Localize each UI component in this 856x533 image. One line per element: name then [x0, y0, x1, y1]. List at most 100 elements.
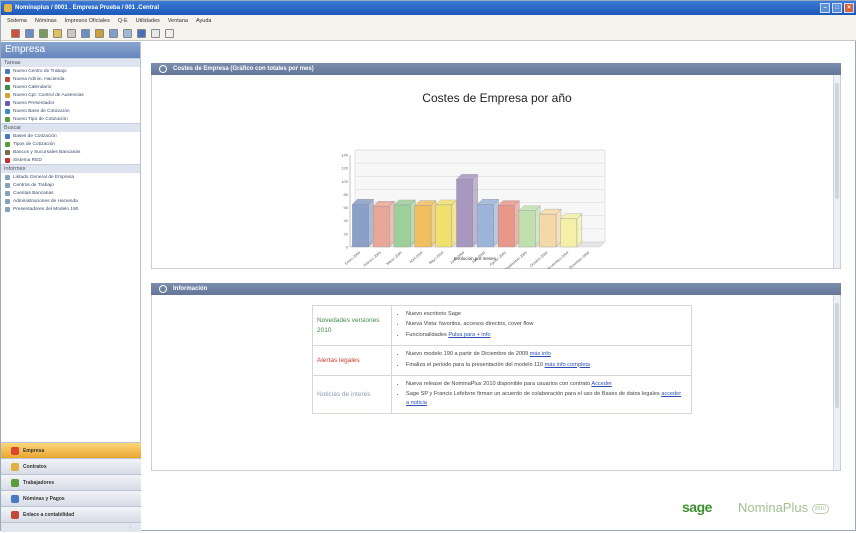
task-icon: [5, 182, 10, 188]
info-item-link[interactable]: Pulsa para + info: [448, 332, 490, 338]
module-icon: [11, 478, 19, 487]
task-icon: [5, 108, 10, 114]
info-panel-header[interactable]: Información: [151, 283, 841, 295]
sidebar-section-title: Informes: [1, 164, 140, 173]
info-panel-title: Información: [173, 286, 208, 292]
sidebar-item[interactable]: Nuevo Base de Cotización: [1, 107, 140, 115]
menu-impresos[interactable]: Impresos Oficiales: [65, 18, 110, 24]
sidebar-section-title: Buscar: [1, 123, 140, 132]
x-tick-label: Febrero 2009: [363, 251, 382, 268]
info-item-text: Nuevo escritorio Sage: [406, 311, 462, 317]
bar: [372, 206, 390, 248]
app-window: Nominaplus / 0001 . Empresa Prueba / 001…: [0, 0, 856, 532]
nominaplus-logo: NominaPlus 2010: [738, 500, 829, 515]
info-list: Nuevo escritorio Sage Nueva Vista: favori…: [391, 306, 691, 346]
menu-utilidades[interactable]: Utilidades: [136, 18, 160, 24]
bar: [456, 179, 473, 248]
scroll-thumb[interactable]: [835, 303, 839, 408]
bar: [560, 218, 578, 248]
menu-qe[interactable]: Q-E: [118, 18, 128, 24]
info-item: Funcionalidades Pulsa para + info: [406, 331, 685, 339]
sidebar-item-label: Administraciones de Hacienda: [13, 198, 78, 204]
x-tick-label: Noviembre 2009: [547, 251, 570, 269]
y-tick-label: 60: [344, 205, 349, 210]
sidebar-item[interactable]: Bancos y Sucursales Bancarias: [1, 148, 140, 156]
chart-scrollbar[interactable]: [833, 75, 840, 268]
nav-button[interactable]: Empresa: [1, 442, 141, 458]
info-item-text: Funcionalidades: [406, 331, 447, 338]
bar-chart: 0 20 40 60 80 100 120 140 Enero 2009 Febrero 2009…: [341, 149, 606, 269]
x-tick-label: Enero 2009: [344, 251, 361, 266]
sidebar-item[interactable]: Nuevo Presentador: [1, 99, 140, 107]
info-item-text: Nuevo modelo 190 a partir de Diciembre d…: [406, 351, 529, 358]
chart-panel-header[interactable]: Costes de Empresa (Gráfico con totales p…: [151, 63, 841, 75]
bar-side: [451, 199, 458, 248]
sidebar-item[interactable]: Bases de Cotización: [1, 132, 140, 140]
sidebar-item[interactable]: Nuevo Tipo de Cotización: [1, 115, 140, 123]
bar-side: [430, 200, 437, 248]
minimize-icon[interactable]: –: [820, 3, 830, 13]
task-icon: [5, 84, 10, 90]
nav-button[interactable]: Trabajadores: [1, 474, 141, 490]
mail-icon[interactable]: [109, 28, 118, 38]
folder-icon[interactable]: [53, 28, 62, 38]
sidebar-item[interactable]: Presentadores del Modelo 190: [1, 205, 140, 213]
main-content: Costes de Empresa (Gráfico con totales p…: [151, 63, 841, 471]
toolbar: [1, 26, 856, 41]
sage-logo: sage: [682, 499, 712, 515]
sidebar-item[interactable]: Administraciones de Hacienda: [1, 197, 140, 205]
printer-icon[interactable]: [67, 28, 76, 38]
info-scrollbar[interactable]: [833, 295, 840, 470]
sidebar-item[interactable]: Listado General de Empresa: [1, 173, 140, 181]
bar: [435, 204, 453, 248]
document-icon[interactable]: [81, 28, 90, 38]
window-icon[interactable]: [123, 28, 132, 38]
task-icon: [5, 92, 10, 98]
x-tick-label: Abril 2009: [409, 251, 424, 264]
sidebar-item[interactable]: Nuevo Centro de Trabajo: [1, 67, 140, 75]
nav-button[interactable]: Contratos: [1, 458, 141, 474]
info-item: Sage SP y Francis Lefebvre firman un acu…: [406, 390, 685, 407]
y-tick-label: 40: [344, 218, 349, 223]
sidebar-item[interactable]: Centros de Trabajo: [1, 181, 140, 189]
page-icon[interactable]: [165, 28, 174, 38]
info-icon[interactable]: [137, 28, 146, 38]
menu-ventana[interactable]: Ventana: [168, 18, 188, 24]
nav-button-label: Trabajadores: [23, 479, 55, 486]
info-row: Novedades versiones 2010 Nuevo escritorio…: [313, 306, 691, 347]
people-icon[interactable]: [39, 28, 48, 38]
sidebar: Empresa Tareas Nuevo Centro de Trabajo Nue…: [1, 42, 141, 532]
x-tick-label: Diciembre 2009: [568, 251, 590, 269]
maximize-icon[interactable]: □: [832, 3, 842, 13]
menu-ayuda[interactable]: Ayuda: [196, 18, 212, 24]
sidebar-item[interactable]: Nuevo Cpt. Control de Ausencias: [1, 91, 140, 99]
info-item-link[interactable]: más info completa: [545, 362, 590, 368]
info-item: Nueva release de NominaPlus 2010 disponi…: [406, 380, 685, 388]
info-item-link[interactable]: Acceder: [591, 381, 612, 387]
sidebar-item-label: Bases de Cotización: [13, 133, 57, 139]
sidebar-item[interactable]: Tipos de Cotización: [1, 140, 140, 148]
close-icon[interactable]: ×: [844, 3, 854, 13]
calculator-icon[interactable]: [25, 28, 34, 38]
sidebar-item-label: Tipos de Cotización: [13, 141, 55, 147]
nav-button[interactable]: Nóminas y Pagos: [1, 490, 141, 506]
scroll-thumb[interactable]: [835, 83, 839, 199]
bar: [393, 204, 411, 248]
task-icon: [5, 100, 10, 106]
module-icon: [11, 446, 19, 455]
sidebar-item[interactable]: Cuentas Bancarias: [1, 189, 140, 197]
sidebar-item-label: Nuevo Cpt. Control de Ausencias: [13, 92, 84, 98]
chart-icon[interactable]: [95, 28, 104, 38]
help-icon[interactable]: [151, 28, 160, 38]
save-icon[interactable]: [11, 28, 20, 38]
info-item-link[interactable]: más info: [530, 351, 551, 357]
menu-sistema[interactable]: Sistema: [7, 18, 27, 24]
info-category: Noticias de interés: [317, 390, 371, 398]
nav-button[interactable]: Enlace a contabilidad: [1, 506, 141, 522]
sidebar-item-label: Centros de Trabajo: [13, 182, 54, 188]
sidebar-item-label: Nuevo Centro de Trabajo: [13, 68, 67, 74]
sidebar-item[interactable]: Nuevo Calendario: [1, 83, 140, 91]
menu-nominas[interactable]: Nóminas: [35, 18, 57, 24]
sidebar-item[interactable]: Sistema RED: [1, 156, 140, 164]
sidebar-item[interactable]: Nueva Admin. Hacienda: [1, 75, 140, 83]
